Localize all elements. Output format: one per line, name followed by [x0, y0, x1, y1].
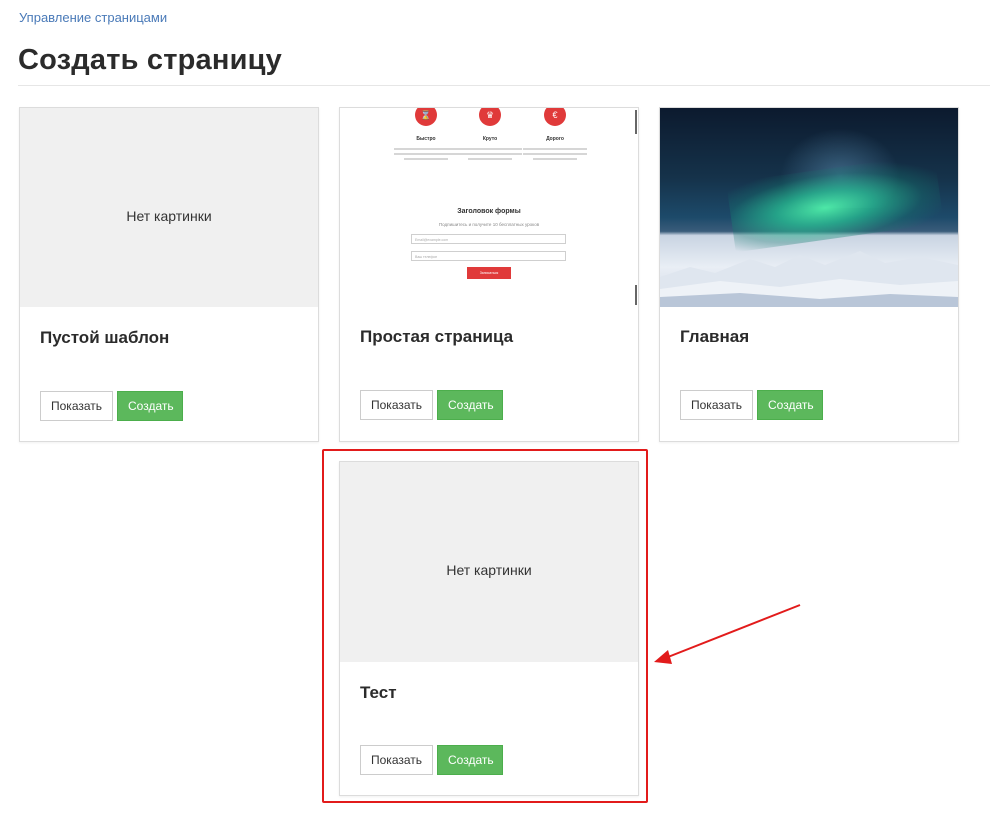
preview-feature-text: [523, 148, 587, 163]
hourglass-icon: ⌛: [415, 108, 437, 126]
euro-icon: €: [544, 108, 566, 126]
aurora-photo: [660, 108, 958, 307]
card-title: Простая страница: [360, 327, 514, 346]
preview-scrollbar: [635, 110, 637, 134]
preview-phone-input: Ваш телефон: [411, 251, 566, 261]
page-title: Создать страницу: [18, 44, 282, 76]
title-divider: [18, 85, 990, 86]
show-button[interactable]: Показать: [40, 391, 113, 421]
show-button[interactable]: Показать: [680, 390, 753, 420]
preview-email-input: Email@example.com: [411, 234, 566, 244]
template-card-empty: Нет картинки Пустой шаблон Показать Созд…: [19, 107, 319, 442]
preview-feature-label: Дорого: [546, 136, 564, 142]
preview-feature-text: [458, 148, 522, 163]
create-button[interactable]: Создать: [117, 391, 183, 421]
create-button[interactable]: Создать: [437, 390, 503, 420]
preview-scrollbar: [635, 285, 637, 305]
mountains-shape: [660, 251, 958, 307]
preview-submit-button: Записаться: [467, 267, 511, 279]
template-preview-image: ⌛ ♛ € Быстро Круто Дорого Заголовок форм…: [340, 108, 638, 307]
preview-form-title: Заголовок формы: [457, 208, 521, 215]
preview-feature-text: [394, 148, 458, 163]
preview-feature-label: Быстро: [416, 136, 436, 142]
preview-feature-label: Круто: [482, 136, 498, 142]
create-button[interactable]: Создать: [757, 390, 823, 420]
page: Управление страницами Создать страницу Н…: [0, 0, 992, 824]
card-title: Главная: [680, 327, 750, 346]
crown-icon: ♛: [479, 108, 501, 126]
show-button[interactable]: Показать: [360, 390, 433, 420]
no-image-text: Нет картинки: [126, 208, 212, 224]
card-image-placeholder: Нет картинки: [20, 108, 318, 307]
highlight-box: [322, 449, 648, 803]
card-title: Пустой шаблон: [40, 328, 170, 347]
preview-form-subtitle: Подпишитесь и получите 10 бесплатных уро…: [438, 222, 540, 227]
template-card-main: Главная Показать Создать: [659, 107, 959, 442]
template-card-simple-page: ⌛ ♛ € Быстро Круто Дорого Заголовок форм…: [339, 107, 639, 442]
breadcrumb-link[interactable]: Управление страницами: [19, 10, 167, 25]
